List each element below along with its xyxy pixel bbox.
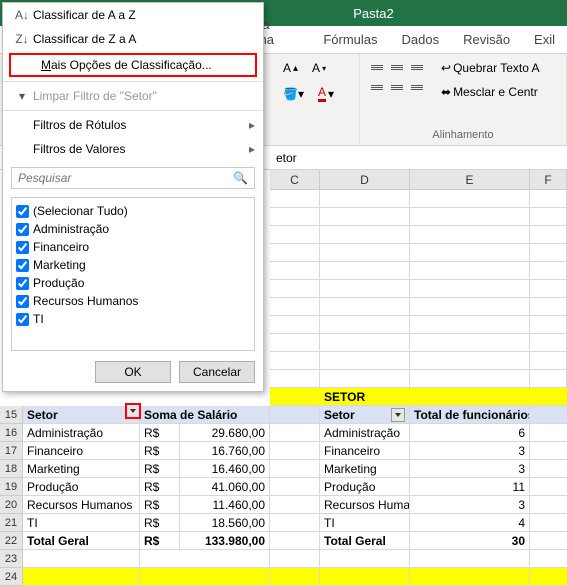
row-headers: 15 16 17 18 19 20 21 22 23 24 (0, 406, 23, 586)
clear-filter-icon: ▾ (11, 89, 33, 103)
alignment-grid[interactable] (368, 58, 426, 102)
font-group-label (278, 127, 351, 141)
empty-grid-area[interactable] (270, 190, 567, 388)
sort-asc-icon: A↓ (11, 8, 33, 22)
tab-data[interactable]: Dados (390, 26, 452, 53)
ok-button[interactable]: OK (95, 361, 171, 383)
label-filters-item[interactable]: Filtros de Rótulos ▸ (3, 113, 263, 137)
search-icon: 🔍 (233, 171, 248, 185)
sort-desc-item[interactable]: Z↓ Classificar de Z a A (3, 27, 263, 51)
check-item: Recursos Humanos (16, 292, 250, 310)
sort-asc-item[interactable]: A↓ Classificar de A a Z (3, 3, 263, 27)
filter-menu: A↓ Classificar de A a Z Z↓ Classificar d… (2, 2, 264, 392)
value-filters-item[interactable]: Filtros de Valores ▸ (3, 137, 263, 161)
table-header-row: Setor Soma de Salário Setor Total de fun… (23, 406, 567, 424)
filter-search-input[interactable] (18, 171, 233, 185)
column-headers: C D E F (270, 170, 567, 190)
check-item: (Selecionar Tudo) (16, 202, 250, 220)
empty-row (23, 550, 567, 568)
wrap-text-button[interactable]: ↩ Quebrar Texto A (436, 58, 545, 78)
tab-view[interactable]: Exil (522, 26, 567, 53)
col-header-d[interactable]: D (320, 170, 410, 189)
col-header-c[interactable]: C (270, 170, 320, 189)
cancel-button[interactable]: Cancelar (179, 361, 255, 383)
more-sort-options-item[interactable]: Mais Opções de Classificação... (9, 53, 257, 77)
merge-center-button[interactable]: ⬌ Mesclar e Centr (436, 82, 545, 102)
formula-content[interactable]: etor (270, 151, 297, 165)
tab-review[interactable]: Revisão (451, 26, 522, 53)
table-row: AdministraçãoR$29.680,00Administração6 (23, 424, 567, 442)
section-header-right: SETOR (270, 388, 567, 406)
header-sum[interactable]: Soma de Salário (140, 406, 270, 423)
table-row: MarketingR$16.460,00Marketing3 (23, 460, 567, 478)
header-setor-right[interactable]: Setor (320, 406, 410, 423)
table-row: TIR$18.560,00TI4 (23, 514, 567, 532)
col-header-f[interactable]: F (530, 170, 567, 189)
tab-formulas[interactable]: Fórmulas (311, 26, 389, 53)
table-row: FinanceiroR$16.760,00Financeiro3 (23, 442, 567, 460)
filter-dropdown-icon[interactable] (391, 408, 405, 422)
filter-dropdown-highlight[interactable] (125, 403, 141, 419)
col-header-e[interactable]: E (410, 170, 530, 189)
total-row: Total GeralR$133.980,00Total Geral30 (23, 532, 567, 550)
chevron-right-icon: ▸ (249, 118, 255, 132)
header-setor-left[interactable]: Setor (23, 406, 140, 423)
header-total-func[interactable]: Total de funcionários (410, 406, 530, 423)
check-item: Administração (16, 220, 250, 238)
decrease-font-button[interactable]: A▾ (307, 58, 331, 78)
data-grid: 15 16 17 18 19 20 21 22 23 24 Setor Soma… (0, 406, 567, 586)
check-item: Marketing (16, 256, 250, 274)
empty-row (23, 568, 567, 586)
fill-color-button[interactable]: 🪣▾ (278, 84, 309, 104)
font-color-button[interactable]: A▾ (313, 82, 339, 105)
check-item: Produção (16, 274, 250, 292)
sort-desc-icon: Z↓ (11, 32, 33, 46)
filter-search[interactable]: 🔍 (11, 167, 255, 189)
increase-font-button[interactable]: A▴ (278, 58, 303, 78)
check-item: TI (16, 310, 250, 328)
check-item: Financeiro (16, 238, 250, 256)
chevron-right-icon: ▸ (249, 142, 255, 156)
filter-checklist[interactable]: (Selecionar Tudo) Administração Financei… (11, 197, 255, 351)
clear-filter-item: ▾ Limpar Filtro de "Setor" (3, 84, 263, 108)
table-row: ProduçãoR$41.060,00Produção11 (23, 478, 567, 496)
alignment-group-label: Alinhamento (368, 127, 558, 141)
table-row: Recursos HumanosR$11.460,00Recursos Huma… (23, 496, 567, 514)
